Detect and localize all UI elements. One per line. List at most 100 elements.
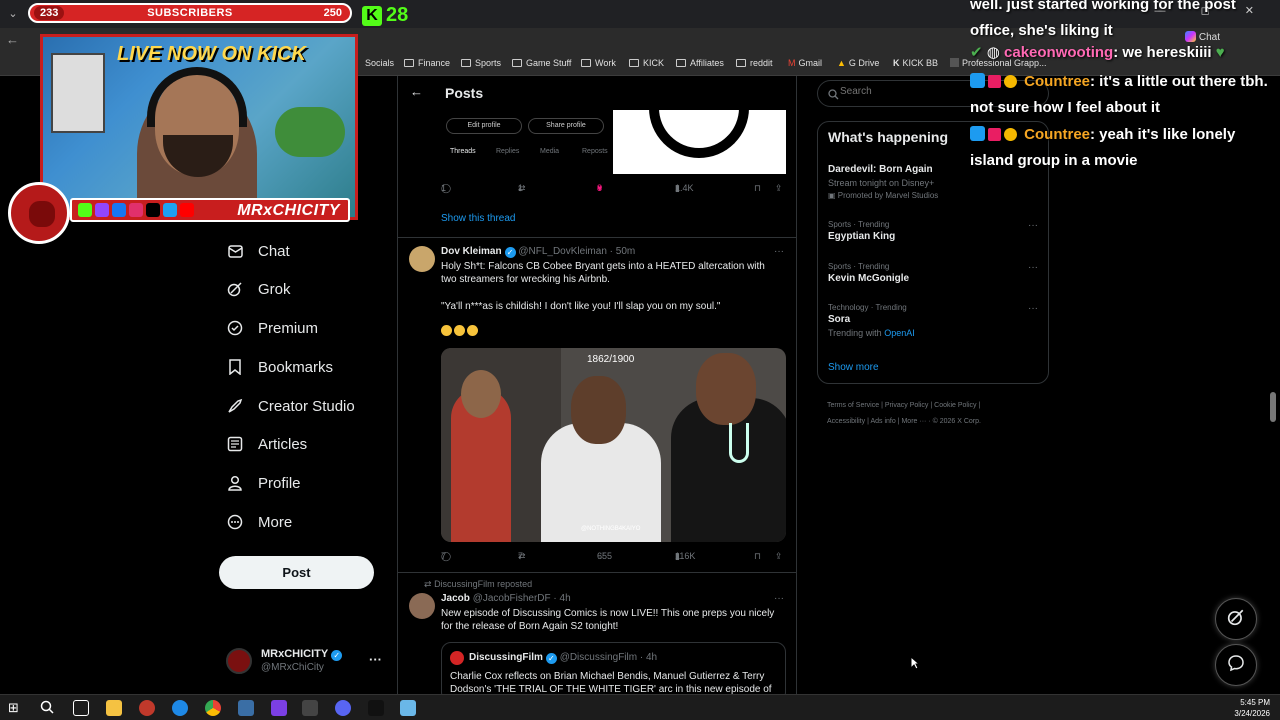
avatar[interactable] [409,593,435,619]
footer-links: Terms of Service | Privacy Policy | Cook… [827,402,981,425]
show-thread-link[interactable]: Show this thread [441,213,516,224]
more-dots-icon[interactable]: ··· [774,246,784,257]
tweet-quote-text: "Ya'll n***as is childish! I don't like … [441,301,721,312]
bookmark-kick[interactable]: KICK [629,58,664,68]
copyright: © 2026 X Corp. [932,418,981,425]
trend-item-egyptian-king[interactable]: Sports · Trending Egyptian King ··· [828,220,1038,242]
footer-link[interactable]: Cookie Policy [934,402,976,409]
profile-tab-reposts: Reposts [582,148,608,155]
account-handle: @MRxChiCity [261,662,324,673]
browser-back-icon[interactable]: ← [6,32,19,47]
nav-premium[interactable]: Premium [227,317,318,339]
more-dots-icon[interactable]: ··· [774,593,784,604]
instagram-icon [129,203,143,217]
windows-start-icon[interactable]: ⊞ [8,700,24,716]
bookmark-reddit[interactable]: reddit [736,58,773,68]
subscriber-goal-bar: 233 SUBSCRIBERS 250 [28,3,352,23]
grok-fab[interactable] [1215,598,1257,640]
bookmark-gdrive[interactable]: ▲ G Drive [837,58,879,68]
footer-link[interactable]: Privacy Policy [885,402,929,409]
notepad-icon[interactable] [400,700,416,716]
video-counter: 1862/1900 [587,354,635,365]
nav-more[interactable]: More [227,511,292,533]
bookmark-kick-bb[interactable]: K KICK BB [893,58,938,68]
bookmark-sports[interactable]: Sports [461,58,501,68]
headset [147,67,247,127]
profile-tab-threads: Threads [450,148,476,155]
more-dots-icon[interactable]: ··· [1028,262,1038,273]
tab-list-button[interactable]: ⌄ [4,5,22,23]
more-dots-icon[interactable]: ··· [1028,220,1038,231]
more-dots-icon[interactable]: ··· [1028,303,1038,314]
chrome-icon[interactable] [205,700,221,716]
bookmark-gmail[interactable]: M Gmail [788,58,822,68]
nav-profile[interactable]: Profile [227,472,301,494]
bookmark-action-icon[interactable]: ⊓ [754,183,761,194]
discord-icon[interactable] [335,700,351,716]
app-icon[interactable] [302,700,318,716]
bookmark-affiliates[interactable]: Affiliates [676,58,724,68]
file-explorer-icon[interactable] [106,700,122,716]
tweet-author[interactable]: Jacob @JacobFisherDF · 4h [441,593,571,604]
search-icon[interactable] [40,700,56,716]
clock[interactable]: 5:45 PM 3/24/2026 [1234,697,1270,719]
more-dots-icon[interactable]: ··· [369,652,382,667]
footer-link[interactable]: Accessibility [827,418,865,425]
scroll-thumb[interactable] [1270,392,1276,422]
app-icon[interactable] [238,700,254,716]
cake-badge-icon: ◍ [986,44,1000,61]
task-view-icon[interactable] [73,700,89,716]
folder-icon [461,59,471,67]
messages-fab[interactable] [1215,644,1257,686]
bookmark-work[interactable]: Work [581,58,616,68]
tweet-author[interactable]: Dov Kleiman ✓ @NFL_DovKleiman · 50m [441,246,635,258]
app-icon[interactable] [271,700,287,716]
account-name: MRxCHICITY ✓ [261,648,343,661]
kick-icon [78,203,92,217]
post-button[interactable]: Post [219,556,374,589]
tweet-video[interactable]: 1862/1900 @NOTHINGB4KAIYO [441,348,786,542]
trend-link[interactable]: OpenAI [884,328,915,338]
footer-link[interactable]: Terms of Service [827,402,879,409]
chat-message: ✔ ◍ cakeonwooting: we hereskiiii ♥ [970,44,1225,61]
search-input[interactable] [840,86,960,97]
green-heart-icon: ♥ [1215,44,1225,61]
share-icon[interactable]: ⇪ [775,183,783,194]
page-scrollbar[interactable] [1269,76,1277,694]
chat-message: well. just started working for the post … [970,0,1236,39]
twitch-icon [95,203,109,217]
app-icon[interactable] [139,700,155,716]
articles-icon [227,436,243,452]
bookmark-finance[interactable]: Finance [404,58,450,68]
youtube-icon [180,203,194,217]
nav-creator-studio[interactable]: Creator Studio [227,395,355,417]
gdrive-icon: ▲ [837,58,846,68]
nav-bookmarks[interactable]: Bookmarks [227,356,333,378]
bookmark-action-icon[interactable]: ⊓ [754,551,761,562]
bookmark-game-stuff[interactable]: Game Stuff [512,58,571,68]
share-icon[interactable]: ⇪ [775,551,783,562]
footer-link[interactable]: Ads info [870,418,895,425]
quoted-tweet[interactable]: DiscussingFilm ✓ @DiscussingFilm · 4h Cha… [441,642,786,694]
flushed-emoji-icon [454,325,465,336]
nav-articles[interactable]: Articles [227,433,307,455]
nav-grok[interactable]: Grok [227,278,291,300]
avatar[interactable] [409,246,435,272]
trend-item-kevin-mcgonigle[interactable]: Sports · Trending Kevin McGonigle ··· [828,262,1038,284]
bookmark-socials[interactable]: Socials [365,58,394,68]
trend-item-sora[interactable]: Technology · Trending Sora Trending with… [828,303,1038,338]
video-person-head [571,376,626,444]
avatar [226,648,252,674]
tiktok-icon[interactable] [368,700,384,716]
footer-link[interactable]: More ··· [901,418,926,425]
back-arrow-icon[interactable]: ← [410,84,423,99]
moderator-badge-icon [970,73,985,88]
repost-indicator: ⇄ DiscussingFilm reposted [424,579,533,589]
show-more-link[interactable]: Show more [828,362,879,373]
edge-browser-icon[interactable] [172,700,188,716]
account-switcher[interactable]: MRxCHICITY ✓ @MRxChiCity ··· [226,646,386,676]
flushed-emoji-icon [441,325,452,336]
bull-face [29,201,55,227]
page-title: Posts [445,85,484,101]
nav-chat[interactable]: Chat [227,240,290,262]
